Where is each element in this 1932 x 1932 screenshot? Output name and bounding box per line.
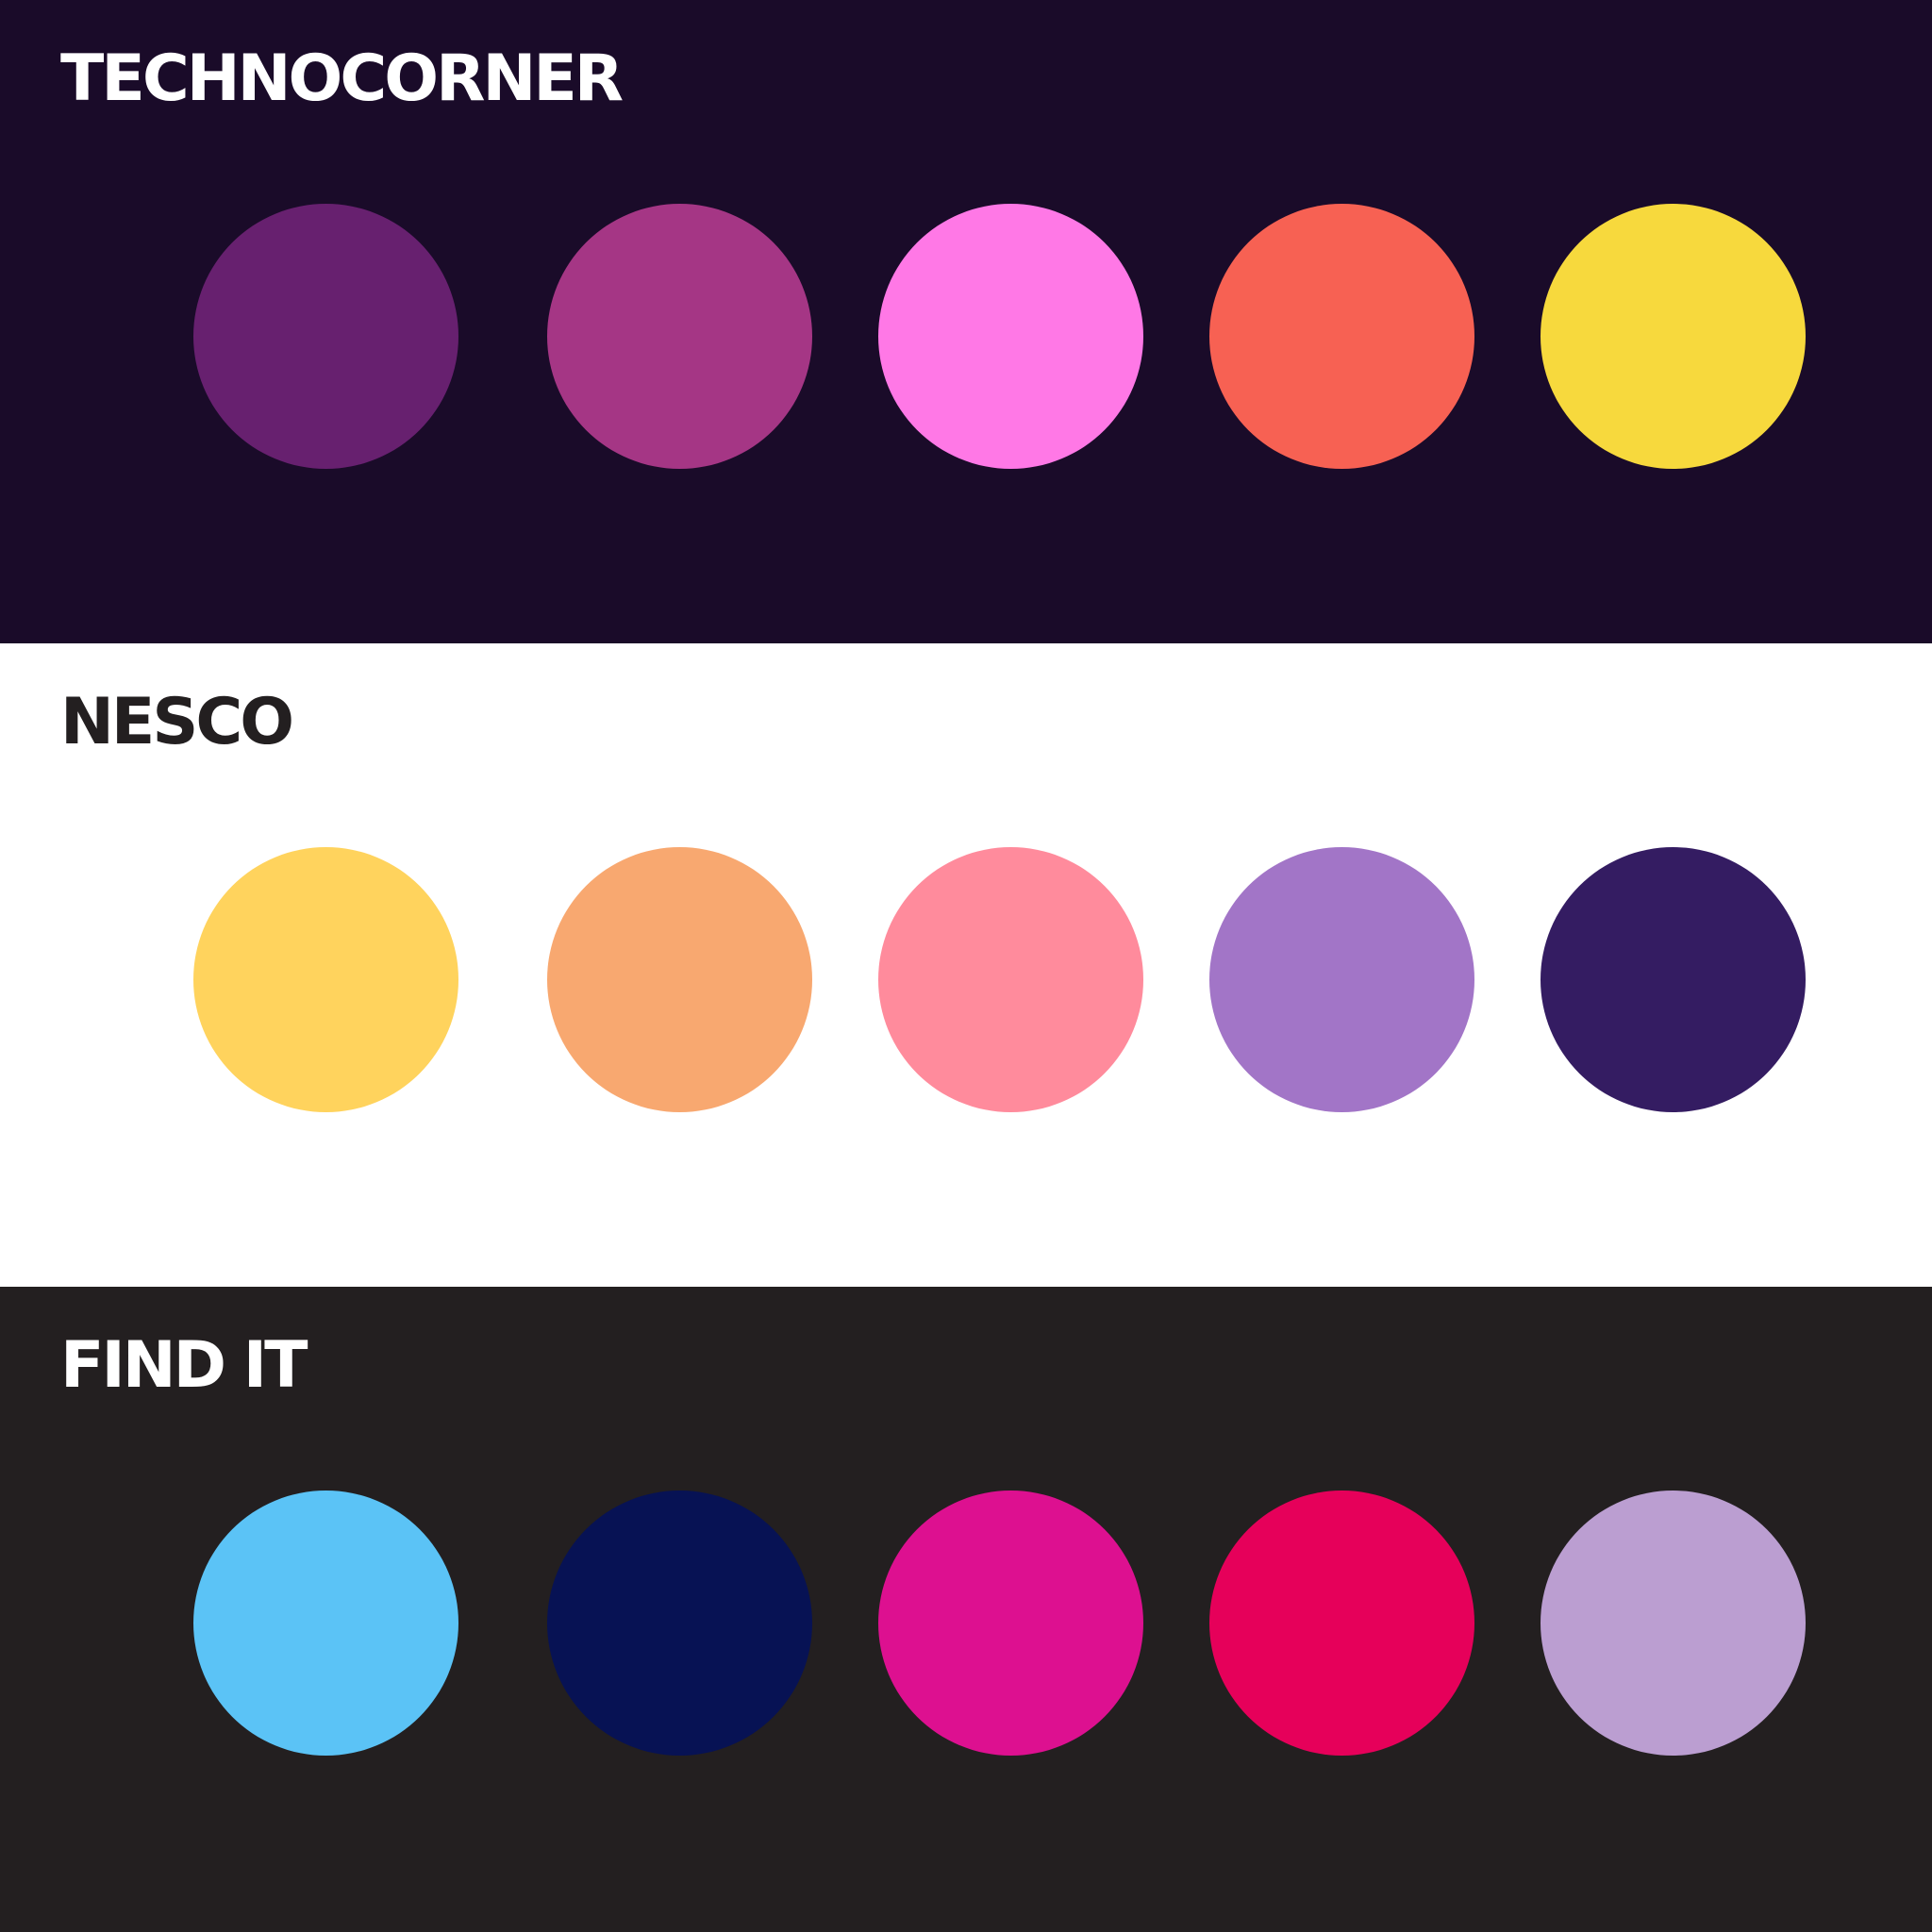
palette-find-it: FIND IT [0, 1287, 1932, 1932]
color-swatch [1209, 204, 1474, 469]
color-swatch [193, 847, 458, 1112]
color-swatch [1209, 1491, 1474, 1756]
color-swatch [193, 1491, 458, 1756]
color-swatch [1209, 847, 1474, 1112]
color-swatch [878, 204, 1143, 469]
palette-title: TECHNOCORNER [60, 42, 624, 116]
swatch-row [0, 204, 1932, 470]
palette-technocorner: TECHNOCORNER [0, 0, 1932, 643]
swatch-row [0, 847, 1932, 1113]
color-swatch [878, 1491, 1143, 1756]
color-swatch [1541, 1491, 1806, 1756]
color-swatch [547, 1491, 812, 1756]
color-swatch [547, 847, 812, 1112]
color-swatch [1541, 847, 1806, 1112]
color-swatch [878, 847, 1143, 1112]
color-swatch [193, 204, 458, 469]
color-swatch [547, 204, 812, 469]
color-swatch [1541, 204, 1806, 469]
palette-nesco: NESCO [0, 643, 1932, 1287]
palette-title: NESCO [60, 685, 294, 759]
swatch-row [0, 1491, 1932, 1757]
palette-title: FIND IT [60, 1328, 308, 1403]
